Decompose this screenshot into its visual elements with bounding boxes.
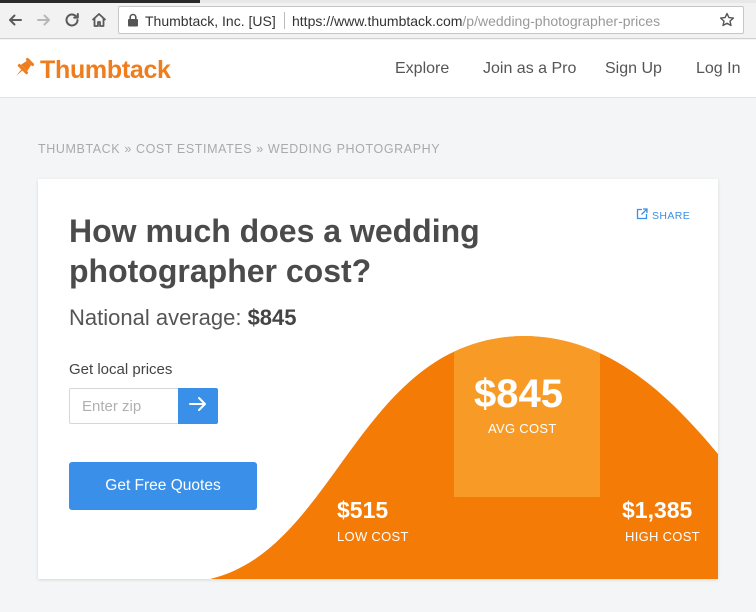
share-button[interactable]: SHARE bbox=[636, 207, 690, 225]
low-cost-label: LOW COST bbox=[337, 529, 409, 544]
local-prices-label: Get local prices bbox=[69, 361, 173, 378]
thumbtack-pin-icon bbox=[12, 56, 36, 85]
breadcrumb[interactable]: THUMBTACK » COST ESTIMATES » WEDDING PHO… bbox=[38, 142, 440, 156]
lock-icon bbox=[127, 13, 139, 32]
url-text: https://www.thumbtack.com/p/wedding-phot… bbox=[292, 13, 660, 29]
reload-icon[interactable] bbox=[61, 9, 83, 31]
brand-logo[interactable]: Thumbtack bbox=[12, 56, 171, 85]
page-title: How much does a wedding photographer cos… bbox=[69, 213, 480, 289]
share-label: SHARE bbox=[652, 210, 691, 222]
address-bar[interactable]: Thumbtack, Inc. [US] https://www.thumbta… bbox=[118, 6, 744, 34]
address-divider bbox=[284, 12, 285, 29]
url-base: https://www.thumbtack.com bbox=[292, 13, 463, 29]
active-tab-indicator bbox=[0, 0, 200, 3]
star-icon[interactable] bbox=[719, 12, 735, 33]
zip-input[interactable] bbox=[69, 388, 178, 424]
national-average-value: $845 bbox=[247, 305, 297, 330]
get-free-quotes-button[interactable]: Get Free Quotes bbox=[69, 462, 257, 510]
brand-name: Thumbtack bbox=[40, 56, 171, 84]
nav-log-in[interactable]: Log In bbox=[696, 60, 740, 78]
url-path: /p/wedding-photographer-prices bbox=[462, 13, 661, 29]
national-average-label: National average: bbox=[69, 305, 248, 330]
back-arrow-icon[interactable] bbox=[4, 9, 26, 31]
national-average: National average: $845 bbox=[69, 305, 297, 331]
nav-join-as-pro[interactable]: Join as a Pro bbox=[483, 60, 576, 78]
cost-card: SHARE How much does a wedding photograph… bbox=[38, 179, 718, 579]
home-icon[interactable] bbox=[88, 9, 110, 31]
forward-arrow-icon[interactable] bbox=[33, 9, 55, 31]
arrow-right-icon bbox=[188, 396, 208, 417]
nav-explore[interactable]: Explore bbox=[395, 60, 449, 78]
high-cost-value: $1,385 bbox=[622, 497, 693, 523]
high-cost-label: HIGH COST bbox=[625, 529, 700, 544]
site-identity: Thumbtack, Inc. [US] bbox=[145, 13, 276, 29]
avg-cost-label: AVG COST bbox=[488, 421, 557, 436]
avg-cost-value: $845 bbox=[474, 372, 563, 416]
zip-submit-button[interactable] bbox=[178, 388, 218, 424]
browser-toolbar: Thumbtack, Inc. [US] https://www.thumbta… bbox=[0, 0, 756, 39]
share-icon bbox=[636, 207, 648, 225]
site-header: Thumbtack Explore Join as a Pro Sign Up … bbox=[0, 40, 756, 98]
nav-sign-up[interactable]: Sign Up bbox=[605, 60, 662, 78]
low-cost-value: $515 bbox=[337, 497, 389, 523]
